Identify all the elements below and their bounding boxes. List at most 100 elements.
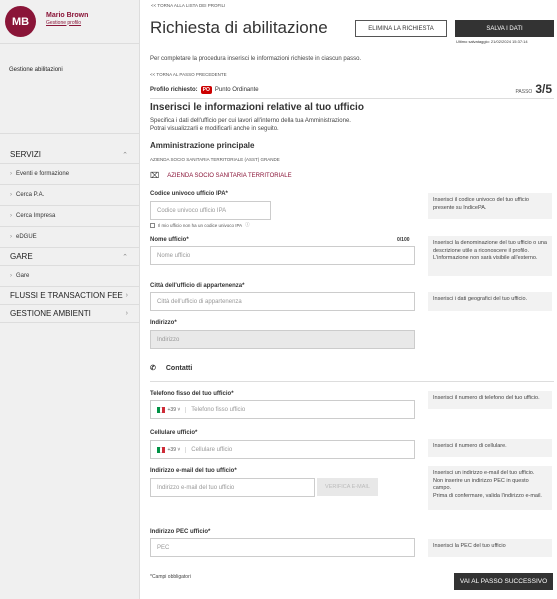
italy-flag-icon [157,406,165,413]
sidebar-item-label: Cerca Impresa [16,213,56,219]
sidebar-group-label: SERVIZI [10,150,41,159]
phone-prefix-select[interactable]: +39 ˅ [157,406,187,413]
email-help-line: Prima di confermare, valida l'indirizzo … [433,492,542,499]
step-value: 3/5 [535,82,552,96]
name-counter: 0/100 [397,237,410,243]
section-desc-line: Potrai visualizzarli e modificarli anche… [150,126,279,132]
pec-label: Indirizzo PEC ufficio* [150,529,211,535]
pec-input[interactable]: PEC [150,538,415,557]
save-data-button[interactable]: SALVA I DATI [455,20,554,37]
italy-flag-icon [157,446,165,453]
chevron-up-icon: ⌃ [122,151,128,159]
phone-icon: ✆ [150,365,156,372]
mobile-label: Cellulare ufficio* [150,430,198,436]
name-help: Inserisci la denominazione del tuo uffic… [428,236,552,276]
phone-placeholder: Telefono fisso ufficio [191,406,246,413]
sidebar: MB Mario Brown Gestione profilo Gestione… [0,0,140,599]
chevron-right-icon: › [125,310,128,317]
sidebar-group-gare[interactable]: GARE ⌃ [0,248,139,266]
chevron-up-icon: ⌃ [122,253,128,261]
profile-row: Profilo richiesto: PO Punto Ordinante [150,86,259,94]
back-to-profiles-link[interactable]: << TORNA ALLA LISTA DEI PROFILI [151,3,225,8]
admin-subtitle: AZIENDA SOCIO SANITARIA TERRITORIALE (AS… [150,157,280,162]
profile-value: Punto Ordinante [214,87,259,93]
delete-request-button[interactable]: ELIMINA LA RICHIESTA [355,20,447,37]
sidebar-item-label: Cerca P.A. [16,192,45,198]
address-input[interactable]: Indirizzo [150,330,415,349]
profile-label: Profilo richiesto: [150,87,198,93]
email-input[interactable]: Indirizzo e-mail del tuo ufficio [150,478,315,497]
section-desc-line: Specifica i dati dell'ufficio per cui la… [150,118,351,124]
admin-org: ⌧ AZIENDA SOCIO SANITARIA TERRITORIALE [150,171,292,180]
sidebar-item-edgue[interactable]: › eDGUE [0,227,139,248]
chevron-right-icon: › [10,192,12,198]
no-ipa-label: Il mio ufficio non ha un codice univoco … [158,222,243,228]
info-icon[interactable]: ⓘ [245,222,250,228]
city-help: Inserisci i dati geografici del tuo uffi… [428,292,552,311]
intro-text: Per completare la procedura inserisci le… [150,56,362,62]
phone-input[interactable]: +39 ˅ Telefono fisso ufficio [150,400,415,419]
mobile-input[interactable]: +39 ˅ Cellulare ufficio [150,440,415,459]
sidebar-group-servizi[interactable]: SERVIZI ⌃ [0,146,139,164]
chevron-right-icon: › [10,213,12,219]
chevron-right-icon: › [10,171,12,177]
city-label: Città dell'ufficio di appartenenza* [150,283,245,289]
avatar[interactable]: MB [5,6,36,37]
section-title: Inserisci le informazioni relative al tu… [150,102,364,113]
chevron-right-icon: › [10,273,12,279]
phone-prefix: +39 [167,406,176,413]
last-save-timestamp: Ultimo salvataggio: 21/02/2024 15:37:14 [456,39,528,44]
sidebar-group-flussi[interactable]: FLUSSI E TRANSACTION FEE › [0,287,139,305]
step-label: PASSO [515,89,533,95]
mobile-prefix-select[interactable]: +39 ˅ [157,446,187,453]
section-description: Specifica i dati dell'ufficio per cui la… [150,117,440,133]
profile-management-link[interactable]: Gestione profilo [46,20,88,26]
email-label: Indirizzo e-mail del tuo ufficio* [150,468,237,474]
address-label: Indirizzo* [150,320,177,326]
required-fields-note: *Campi obbligatori [150,574,191,580]
office-name-input[interactable]: Nome ufficio [150,246,415,265]
name-label: Nome ufficio* [150,237,189,243]
sidebar-group-ambienti[interactable]: GESTIONE AMBIENTI › [0,305,139,323]
user-box: MB Mario Brown Gestione profilo [0,0,139,44]
contacts-title: Contatti [165,364,193,372]
verify-email-button[interactable]: VERIFICA E-MAIL [317,478,378,496]
main-content: << TORNA ALLA LISTA DEI PROFILI Richiest… [141,0,557,599]
sidebar-item-cerca-pa[interactable]: › Cerca P.A. [0,185,139,206]
city-input[interactable]: Città dell'ufficio di appartenenza [150,292,415,311]
sidebar-group-label: FLUSSI E TRANSACTION FEE [10,291,123,300]
admin-title: Amministrazione principale [150,141,255,150]
sidebar-item-gestione-abilitazioni[interactable]: Gestione abilitazioni [0,44,139,134]
email-help: Inserisci un indirizzo e-mail del tuo uf… [428,466,552,510]
phone-label: Telefono fisso del tuo ufficio* [150,391,234,397]
sidebar-item-gare[interactable]: › Gare [0,266,139,287]
contacts-heading: ✆ Contatti [150,364,193,373]
no-ipa-checkbox-row[interactable]: Il mio ufficio non ha un codice univoco … [150,222,250,228]
ipa-label: Codice univoco ufficio IPA* [150,191,228,197]
mobile-help: Inserisci il numero di cellulare. [428,439,552,457]
sidebar-item-eventi[interactable]: › Eventi e formazione [0,164,139,185]
phone-help: Inserisci il numero di telefono del tuo … [428,391,552,409]
next-step-button[interactable]: VAI AL PASSO SUCCESSIVO [454,573,553,590]
sidebar-item-label: Gare [16,273,30,279]
page-title: Richiesta di abilitazione [150,18,328,37]
admin-org-name: AZIENDA SOCIO SANITARIA TERRITORIALE [167,172,292,179]
sidebar-item-cerca-impresa[interactable]: › Cerca Impresa [0,206,139,227]
no-ipa-checkbox[interactable] [150,222,155,228]
chevron-right-icon: › [125,292,128,299]
sidebar-item-label: eDGUE [16,234,37,240]
chevron-right-icon: › [10,234,12,240]
ipa-input[interactable]: Codice univoco ufficio IPA [150,201,271,220]
pec-help: Inserisci la PEC del tuo ufficio [428,539,552,557]
back-to-previous-step-link[interactable]: << TORNA AL PASSO PRECEDENTE [150,72,227,77]
sidebar-group-label: GARE [10,252,33,261]
profile-badge: PO [200,86,212,94]
step-indicator: PASSO 3/5 [515,82,552,96]
user-name: Mario Brown [46,11,89,19]
sidebar-group-label: GESTIONE AMBIENTI [10,309,91,318]
email-help-line: Inserisci un indirizzo e-mail del tuo uf… [433,470,535,476]
mobile-placeholder: Cellulare ufficio [191,446,233,453]
ipa-help: Inserisci il codice univoco del tuo uffi… [428,193,552,219]
sidebar-item-label: Eventi e formazione [16,171,70,177]
mobile-prefix: +39 [167,446,176,453]
